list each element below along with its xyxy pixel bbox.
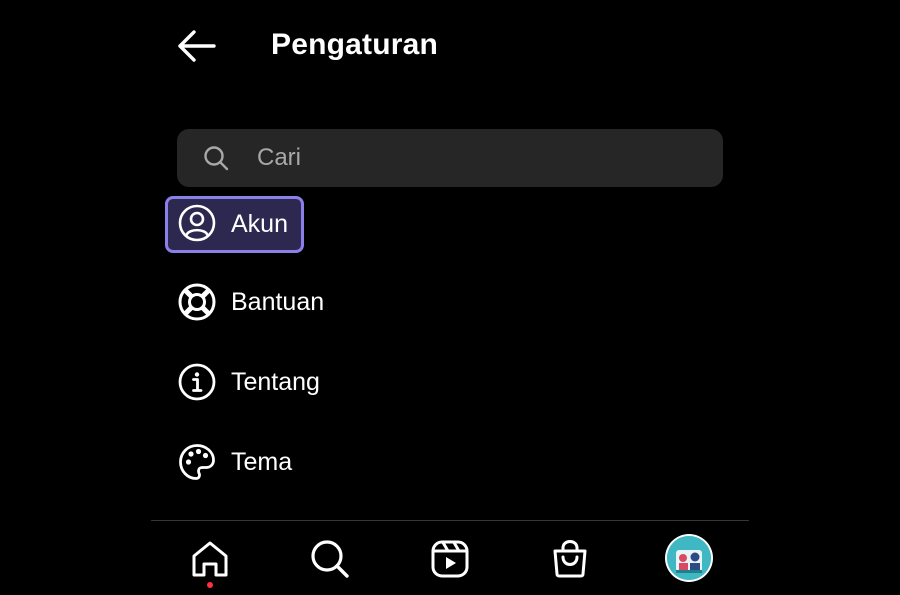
nav-home-button[interactable] <box>186 535 234 588</box>
lifebuoy-icon <box>177 282 217 322</box>
menu-item-label: Bantuan <box>231 288 325 316</box>
nav-reels-button[interactable] <box>426 535 474 583</box>
search-input[interactable] <box>257 139 697 177</box>
shopping-bag-icon <box>553 539 587 578</box>
nav-search-button[interactable] <box>306 535 354 583</box>
search-icon <box>311 540 349 578</box>
menu-item-akun[interactable]: Akun <box>165 196 304 253</box>
account-circle-icon <box>177 203 217 243</box>
info-icon <box>177 362 217 402</box>
home-icon <box>192 541 228 577</box>
menu-item-label: Tentang <box>231 368 320 396</box>
page-title: Pengaturan <box>271 28 439 61</box>
reels-icon <box>431 540 469 578</box>
menu-item-label: Tema <box>231 448 293 476</box>
nav-profile-avatar[interactable] <box>665 534 713 582</box>
avatar <box>667 536 711 580</box>
menu-item-bantuan[interactable]: Bantuan <box>165 274 365 330</box>
search-icon <box>204 146 229 171</box>
search-bar[interactable] <box>177 129 723 187</box>
palette-icon <box>177 442 217 482</box>
menu-item-label: Akun <box>231 210 288 238</box>
arrow-left-icon <box>178 30 216 62</box>
nav-shop-button[interactable] <box>546 535 594 583</box>
avatar-image <box>667 536 711 580</box>
menu-item-tentang[interactable]: Tentang <box>165 354 365 410</box>
notification-dot <box>207 582 213 588</box>
back-button[interactable] <box>172 24 220 68</box>
header: Pengaturan <box>0 0 900 90</box>
menu-item-tema[interactable]: Tema <box>165 434 365 490</box>
settings-screen: Pengaturan Akun <box>0 0 900 595</box>
bottom-nav <box>151 521 749 595</box>
